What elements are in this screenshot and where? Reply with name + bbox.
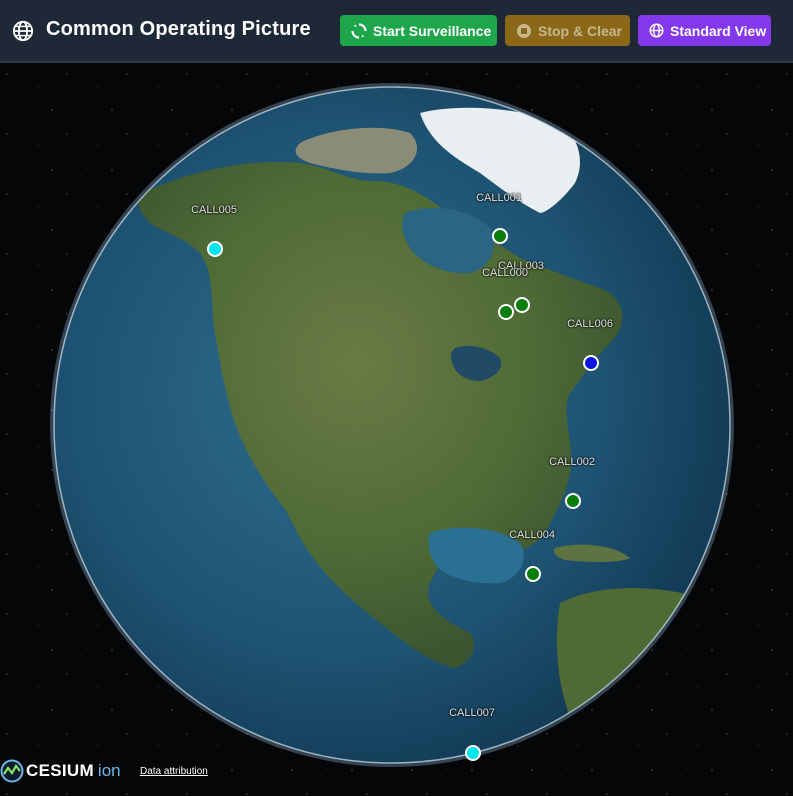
globe-icon: [12, 20, 34, 42]
map-marker-call005[interactable]: [207, 241, 223, 257]
globe-icon: [649, 23, 664, 38]
radar-sync-icon: [351, 22, 367, 39]
data-attribution-link[interactable]: Data attribution: [140, 766, 208, 777]
cesium-logo-icon: [0, 759, 24, 783]
map-marker-call001[interactable]: [492, 228, 508, 244]
marker-label-call005: CALL005: [191, 204, 237, 216]
map-marker-call003[interactable]: [514, 297, 530, 313]
marker-label-call004: CALL004: [509, 529, 555, 541]
marker-label-call001: CALL001: [476, 192, 522, 204]
stop-clear-label: Stop & Clear: [538, 22, 623, 39]
page-title: Common Operating Picture: [46, 18, 311, 40]
start-surveillance-label: Start Surveillance: [373, 22, 492, 39]
stop-clear-button[interactable]: Stop & Clear: [505, 15, 630, 46]
map-marker-call000[interactable]: [498, 304, 514, 320]
marker-label-call002: CALL002: [549, 456, 595, 468]
map-marker-call007[interactable]: [465, 745, 481, 761]
map-viewport[interactable]: CALL001 CALL003 CALL000 CALL006 CALL002 …: [0, 63, 793, 796]
map-marker-call006[interactable]: [583, 355, 599, 371]
start-surveillance-button[interactable]: Start Surveillance: [340, 15, 497, 46]
stop-circle-icon: [517, 23, 531, 38]
map-marker-call002[interactable]: [565, 493, 581, 509]
standard-view-label: Standard View: [670, 22, 767, 39]
ion-brand-text: ion: [97, 761, 121, 780]
cesium-ion-logo[interactable]: CESIUM ion: [0, 759, 121, 783]
marker-label-call007: CALL007: [449, 707, 495, 719]
marker-label-call000: CALL000: [482, 267, 528, 279]
marker-label-call006: CALL006: [567, 318, 613, 330]
app-header: Common Operating Picture Start Surveilla…: [0, 0, 793, 63]
cesium-brand-text: CESIUM: [26, 761, 94, 780]
standard-view-button[interactable]: Standard View: [638, 15, 771, 46]
globe-view[interactable]: [0, 63, 793, 796]
map-marker-call004[interactable]: [525, 566, 541, 582]
